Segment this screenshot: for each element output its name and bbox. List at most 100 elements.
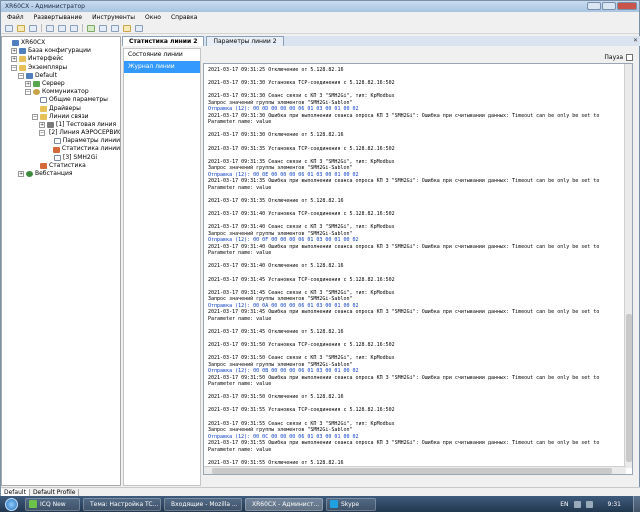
tree-node[interactable]: Статистика (2, 162, 120, 170)
tree-node[interactable]: − Экземпляры (2, 64, 120, 72)
menu-help[interactable]: Справка (171, 14, 197, 21)
language-indicator[interactable]: EN (560, 501, 568, 508)
tab-line-statistics[interactable]: Статистика линии 2 (122, 36, 205, 46)
toolbar-separator (82, 24, 83, 32)
minimize-button[interactable] (587, 2, 601, 10)
tree-node[interactable]: + Интерфейс (2, 55, 120, 63)
network-icon[interactable] (573, 500, 581, 508)
server-icon (33, 81, 40, 88)
volume-icon[interactable] (585, 500, 593, 508)
tree-node[interactable]: Статистика линии (2, 145, 120, 153)
start-icon[interactable] (99, 24, 107, 32)
device-icon (54, 154, 61, 161)
horizontal-scrollbar[interactable] (204, 466, 626, 474)
tree-node-label: Коммуникатор (42, 88, 89, 96)
tree-node[interactable]: + Вебстанция (2, 170, 120, 178)
tree-node[interactable]: Драйверы (2, 105, 120, 113)
tree-node-label: Default (35, 71, 57, 79)
expand-icon[interactable]: + (11, 56, 17, 63)
taskbar-button[interactable]: Тема: Настройка TC... (83, 497, 161, 511)
menu-tools[interactable]: Инструменты (92, 14, 135, 21)
taskbar-button-label: Тема: Настройка TC... (90, 500, 159, 508)
lines-icon (40, 113, 47, 120)
paste-icon[interactable] (70, 24, 78, 32)
deploy-icon[interactable] (87, 24, 95, 32)
database-icon (19, 48, 26, 55)
log-panel[interactable]: 2021-03-17 09:31:25 Отключение от 5.128.… (203, 63, 633, 475)
maximize-button[interactable] (602, 2, 616, 10)
collapse-icon[interactable]: − (32, 113, 38, 120)
cut-icon[interactable] (46, 24, 54, 32)
nav-line-log[interactable]: Журнал линии (124, 61, 200, 73)
task-list: ICQ New Тема: Настройка TC... Входящие - M… (22, 497, 376, 511)
tree-node-label: База конфигурации (28, 47, 91, 55)
menu-file[interactable]: Файл (7, 14, 24, 21)
start-button[interactable] (0, 496, 22, 512)
params-icon (53, 138, 61, 145)
copy-icon[interactable] (58, 24, 66, 32)
log-line: 2021-03-17 09:31:55 Ошибка при выполнени… (208, 440, 600, 447)
taskbar-button[interactable]: XR60CX - Админист... (245, 497, 323, 511)
windows-logo-icon (4, 497, 18, 511)
menu-window[interactable]: Окно (145, 14, 161, 21)
expand-icon[interactable]: + (39, 121, 45, 128)
stop-icon[interactable] (111, 24, 119, 32)
project-icon (12, 40, 19, 47)
tree-node[interactable]: + [1] Тестовая линия (2, 121, 120, 129)
expand-icon[interactable]: + (18, 171, 24, 178)
close-tab-icon[interactable]: ✕ (633, 37, 638, 44)
search-icon[interactable] (135, 24, 143, 32)
tab-line-parameters[interactable]: Параметры линии 2 (206, 36, 284, 46)
toolbar-separator (41, 24, 42, 32)
tree-node-label: Общие параметры (49, 96, 108, 104)
tree-node[interactable]: Общие параметры (2, 96, 120, 104)
log-text: 2021-03-17 09:31:25 Отключение от 5.128.… (208, 67, 620, 466)
taskbar: ICQ New Тема: Настройка TC... Входящие - M… (0, 496, 640, 512)
tree-node[interactable]: [3] SMH2Gi (2, 154, 120, 162)
tree-node[interactable]: + Сервер (2, 80, 120, 88)
collapse-icon[interactable]: − (18, 72, 24, 79)
close-button[interactable] (617, 2, 637, 10)
tab-label: Параметры линии 2 (213, 38, 277, 45)
taskbar-button[interactable]: Входящие - Mozilla ... (164, 497, 242, 511)
open-project-icon[interactable] (17, 24, 25, 32)
taskbar-button[interactable]: Skype (326, 497, 376, 511)
menu-deploy[interactable]: Развертывание (34, 14, 82, 21)
communicator-icon (33, 89, 40, 96)
comm-line-icon (47, 121, 54, 128)
tree-node[interactable]: − Default (2, 72, 120, 80)
pause-checkbox[interactable] (626, 54, 633, 61)
new-project-icon[interactable] (5, 24, 13, 32)
expand-icon[interactable]: + (25, 81, 31, 88)
show-desktop-button[interactable] (633, 496, 640, 512)
clock[interactable]: 9:31 (598, 501, 629, 508)
vertical-scrollbar[interactable] (624, 64, 632, 468)
tree-node[interactable]: XR60CX (2, 39, 120, 47)
scroll-thumb[interactable] (626, 314, 632, 462)
tree-node[interactable]: − Линии связи (2, 113, 120, 121)
tree-node-label: [1] Тестовая линия (56, 120, 117, 128)
tree-node[interactable]: Параметры линии (2, 137, 120, 145)
tree-node-label: XR60CX (21, 39, 46, 46)
app-icon (29, 500, 37, 508)
scroll-thumb[interactable] (212, 468, 612, 474)
collapse-icon[interactable]: − (25, 89, 31, 96)
taskbar-button[interactable]: ICQ New (25, 497, 80, 511)
collapse-icon[interactable]: − (11, 64, 17, 71)
expand-icon[interactable]: + (11, 48, 17, 55)
restart-icon[interactable] (123, 24, 131, 32)
save-icon[interactable] (29, 24, 37, 32)
log-line: 2021-03-17 09:31:35 Ошибка при выполнени… (208, 178, 600, 185)
instance-icon (26, 72, 33, 79)
collapse-icon[interactable]: − (39, 130, 45, 137)
tree-node[interactable]: − Коммуникатор (2, 88, 120, 96)
status-instance: Default (1, 489, 30, 496)
tree-node-label: Драйверы (49, 104, 81, 112)
statistics-icon (40, 162, 47, 169)
tree-node-label: Линии связи (49, 112, 89, 120)
nav-line-state[interactable]: Состояние линии (124, 49, 200, 61)
tree-node[interactable]: + База конфигурации (2, 47, 120, 55)
web-icon (26, 171, 33, 178)
tab-strip: Статистика линии 2 Параметры линии 2 ✕ (122, 36, 640, 46)
tree-node[interactable]: − [2] Линия АЭРОСЕРВИС (2, 129, 120, 137)
